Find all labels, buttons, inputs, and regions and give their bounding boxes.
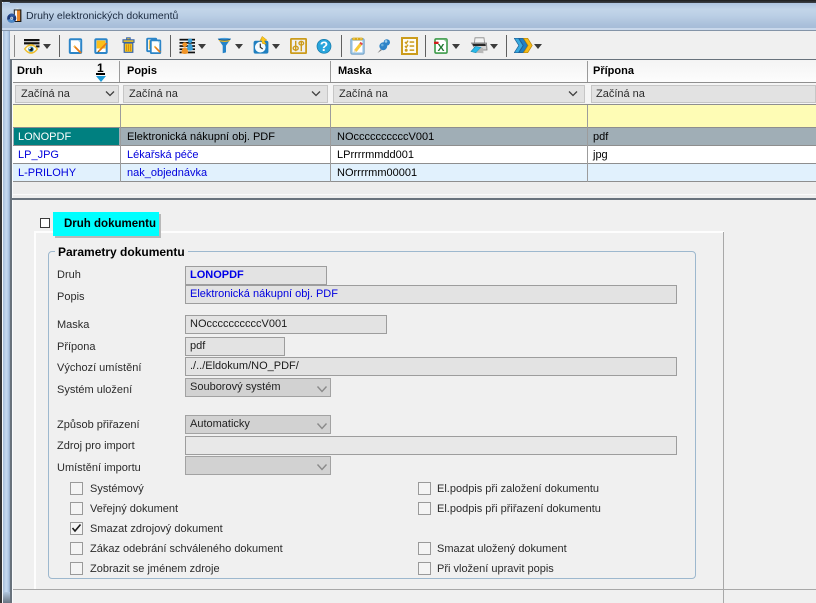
svg-text:?: ? [320,39,328,54]
svg-text:X: X [437,42,444,54]
